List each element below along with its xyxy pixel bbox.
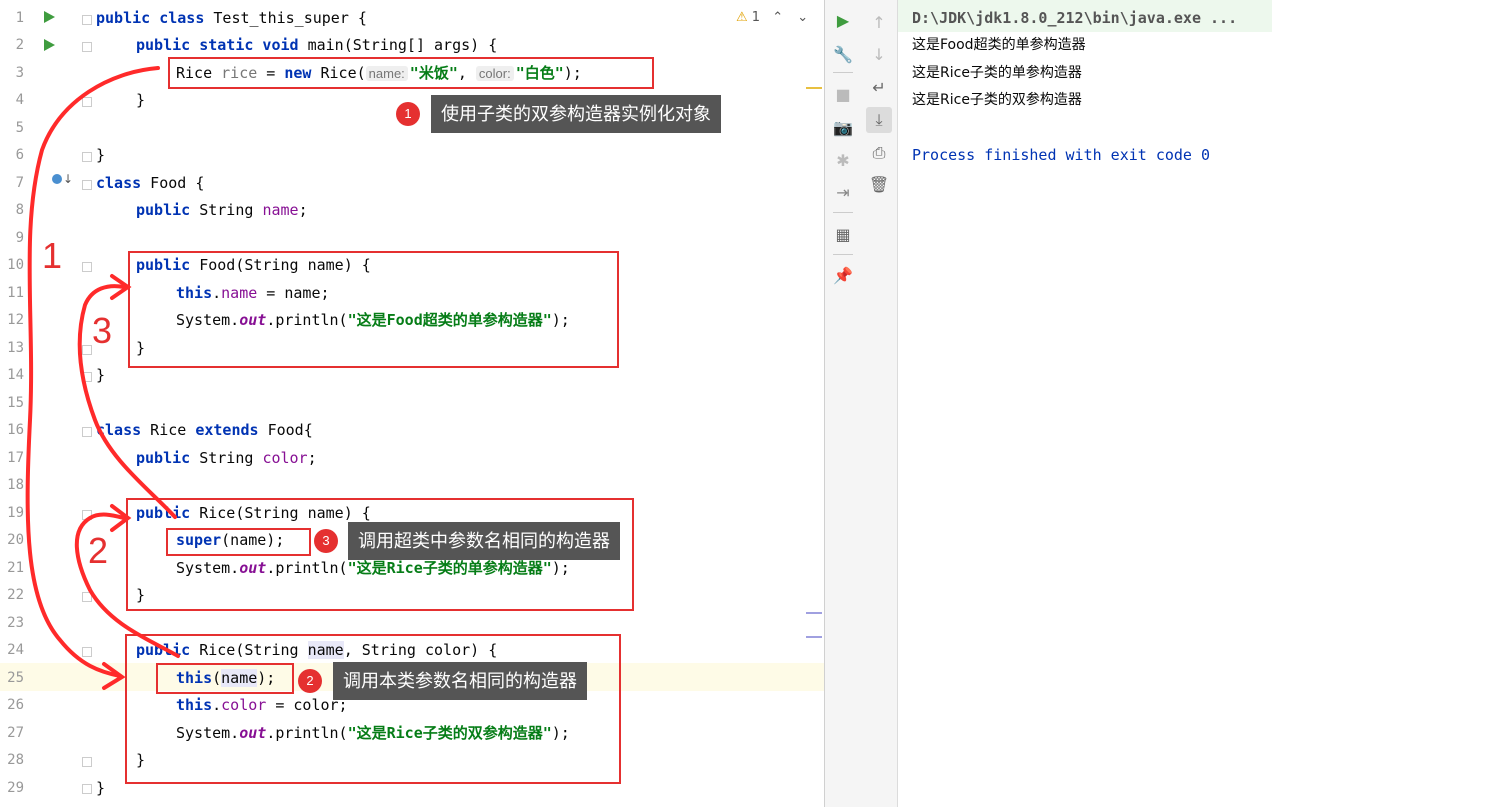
debug-icon[interactable]: ✱	[830, 148, 856, 174]
trash-icon[interactable]: 🗑	[866, 172, 892, 198]
arrow-1	[25, 66, 160, 678]
arrow-down-icon[interactable]: ↓	[866, 42, 892, 68]
stop-icon[interactable]: ■	[830, 82, 856, 108]
code-editor[interactable]: ↓ 1 2 3 4 5 6 7 8 9 10 11 12 13 14 15 16 17 18 19 20 21 22 23 2…	[0, 0, 824, 807]
pin-icon[interactable]: 📌	[830, 263, 856, 289]
toolbar-separator	[833, 72, 853, 73]
arrow-label-3: 3	[92, 310, 113, 351]
annotation-badge-3: 3	[314, 529, 338, 553]
console-exit-message: Process finished with exit code 0	[912, 146, 1211, 164]
run-toolbar-right: ↑ ↓ ↵ ⤓ ⎙ 🗑	[862, 0, 898, 807]
annotation-tip-1: 使用子类的双参构造器实例化对象	[431, 95, 721, 133]
run-console[interactable]: D:\JDK\jdk1.8.0_212\bin\java.exe ... 这是F…	[898, 0, 1511, 807]
annotation-tip-2: 调用本类参数名相同的构造器	[333, 662, 587, 700]
annotation-badge-2: 2	[298, 669, 322, 693]
arrow-label-1: 1	[42, 235, 63, 276]
layout-icon[interactable]: ▦	[830, 222, 856, 248]
toolbar-separator	[833, 254, 853, 255]
console-command[interactable]: D:\JDK\jdk1.8.0_212\bin\java.exe ...	[912, 5, 1237, 32]
wrench-icon[interactable]: 🔧	[830, 42, 856, 68]
annotation-tip-3: 调用超类中参数名相同的构造器	[348, 522, 620, 560]
toolbar-separator	[833, 212, 853, 213]
console-output-line: 这是Rice子类的双参构造器	[912, 92, 1082, 108]
console-output-line: 这是Food超类的单参构造器	[912, 37, 1086, 53]
console-output-line: 这是Rice子类的单参构造器	[912, 65, 1082, 81]
soft-wrap-icon[interactable]: ↵	[866, 75, 892, 101]
run-toolbar-left: ▶ 🔧 ■ 📷 ✱ ⇥ ▦ 📌	[825, 0, 863, 807]
run-icon[interactable]: ▶	[830, 8, 856, 34]
arrow-up-icon[interactable]: ↑	[866, 10, 892, 36]
print-icon[interactable]: ⎙	[866, 140, 892, 166]
camera-icon[interactable]: 📷	[830, 115, 856, 141]
arrow-label-2: 2	[88, 530, 109, 571]
exit-icon[interactable]: ⇥	[830, 180, 856, 206]
annotation-badge-1: 1	[396, 102, 420, 126]
scroll-to-end-icon[interactable]: ⤓	[866, 107, 892, 133]
